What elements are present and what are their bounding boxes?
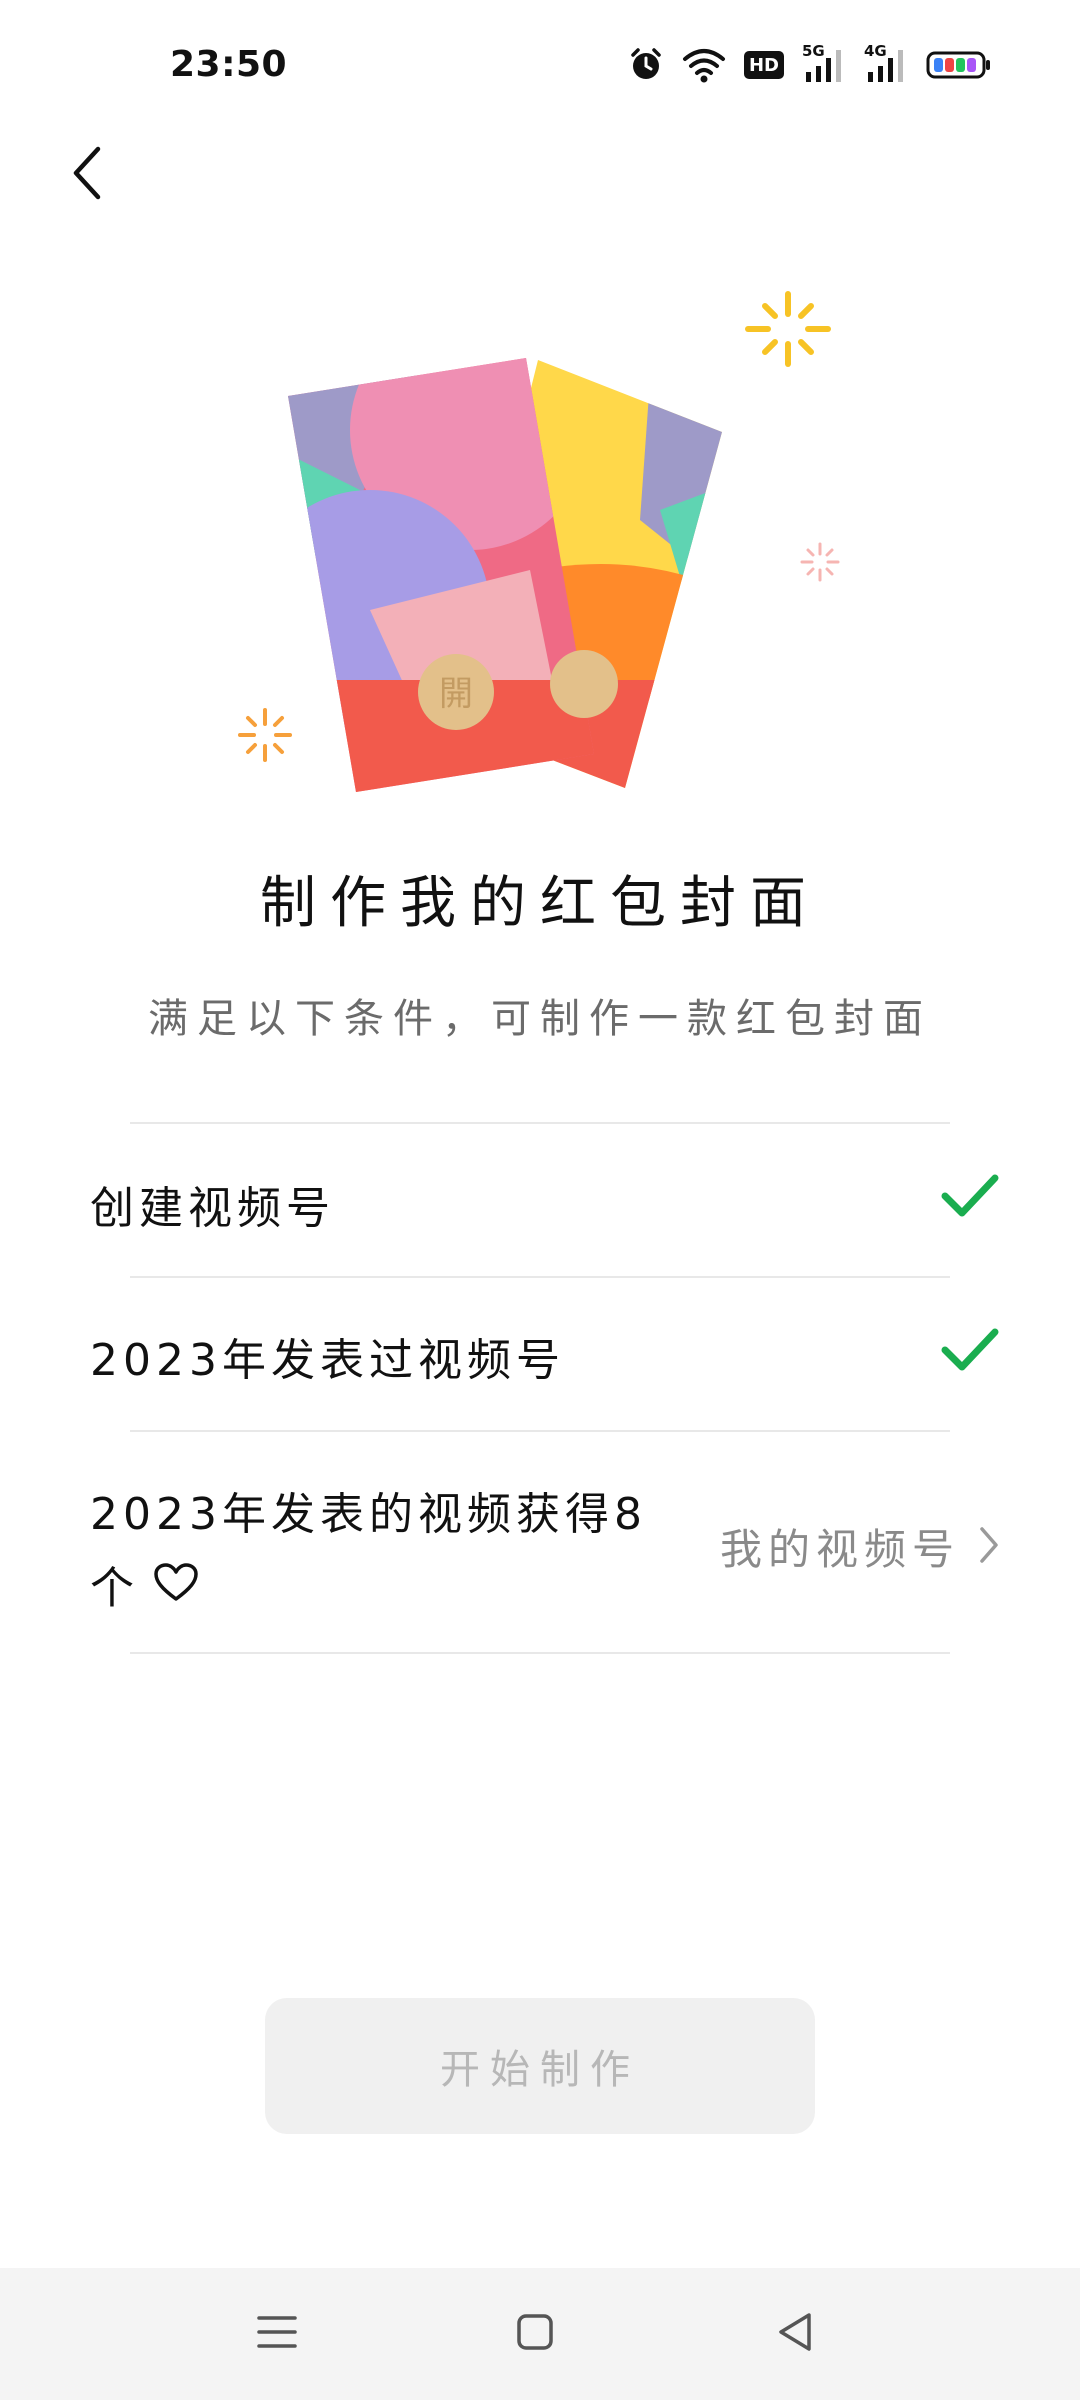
battery-icon [926,50,992,80]
sparkle-icon [745,291,831,367]
condition-text: 2023年发表的视频获得8 个 [90,1478,647,1626]
check-icon [940,1326,1000,1380]
condition-row-create-channel: 创建视频号 [90,1124,1000,1276]
signal-4g-icon: 4G [864,42,908,84]
divider [130,1652,950,1654]
chevron-right-icon [978,1525,1000,1569]
start-making-button[interactable]: 开始制作 [265,1998,815,2134]
status-time: 23:50 [170,44,288,85]
status-icons: HD 5G 4G [628,42,992,84]
back-nav-button[interactable] [765,2304,825,2364]
back-envelope-seal [550,650,618,718]
condition-row-likes-2023: 2023年发表的视频获得8 个 我的视频号 [90,1432,1000,1652]
red-envelope-illustration: 開 [220,280,860,800]
condition-row-published-2023: 2023年发表过视频号 [90,1278,1000,1430]
home-button[interactable] [505,2304,565,2364]
menu-icon [255,2312,299,2356]
hd-icon: HD [744,51,784,79]
home-icon [515,2312,555,2356]
chevron-left-icon [68,145,108,205]
back-triangle-icon [775,2310,815,2358]
check-icon [940,1172,1000,1226]
condition-text: 2023年发表过视频号 [90,1335,565,1386]
heart-icon [153,1552,199,1626]
back-button[interactable] [58,140,118,210]
wifi-icon [682,47,726,83]
page-title: 制作我的红包封面 [260,871,820,936]
hd-label: HD [748,54,779,76]
my-channel-link-label: 我的视频号 [719,1525,960,1574]
condition-text-line2: 个 [90,1552,647,1626]
alarm-icon [628,47,664,83]
page-subtitle: 满足以下条件，可制作一款红包封面 [148,996,932,1042]
condition-text-line2-label: 个 [90,1563,139,1614]
sparkle-pink-icon [800,542,840,582]
signal-5g-icon: 5G [802,42,846,84]
seal-text: 開 [439,674,473,714]
status-bar: 23:50 HD 5G 4G [0,0,1080,140]
menu-button[interactable] [247,2304,307,2364]
condition-text-line1: 2023年发表的视频获得8 [90,1489,647,1540]
my-channel-link[interactable]: 我的视频号 [720,1516,1000,1577]
condition-text: 创建视频号 [90,1183,335,1234]
sparkle-orange-icon [238,708,292,762]
system-nav-bar [0,2268,1080,2400]
